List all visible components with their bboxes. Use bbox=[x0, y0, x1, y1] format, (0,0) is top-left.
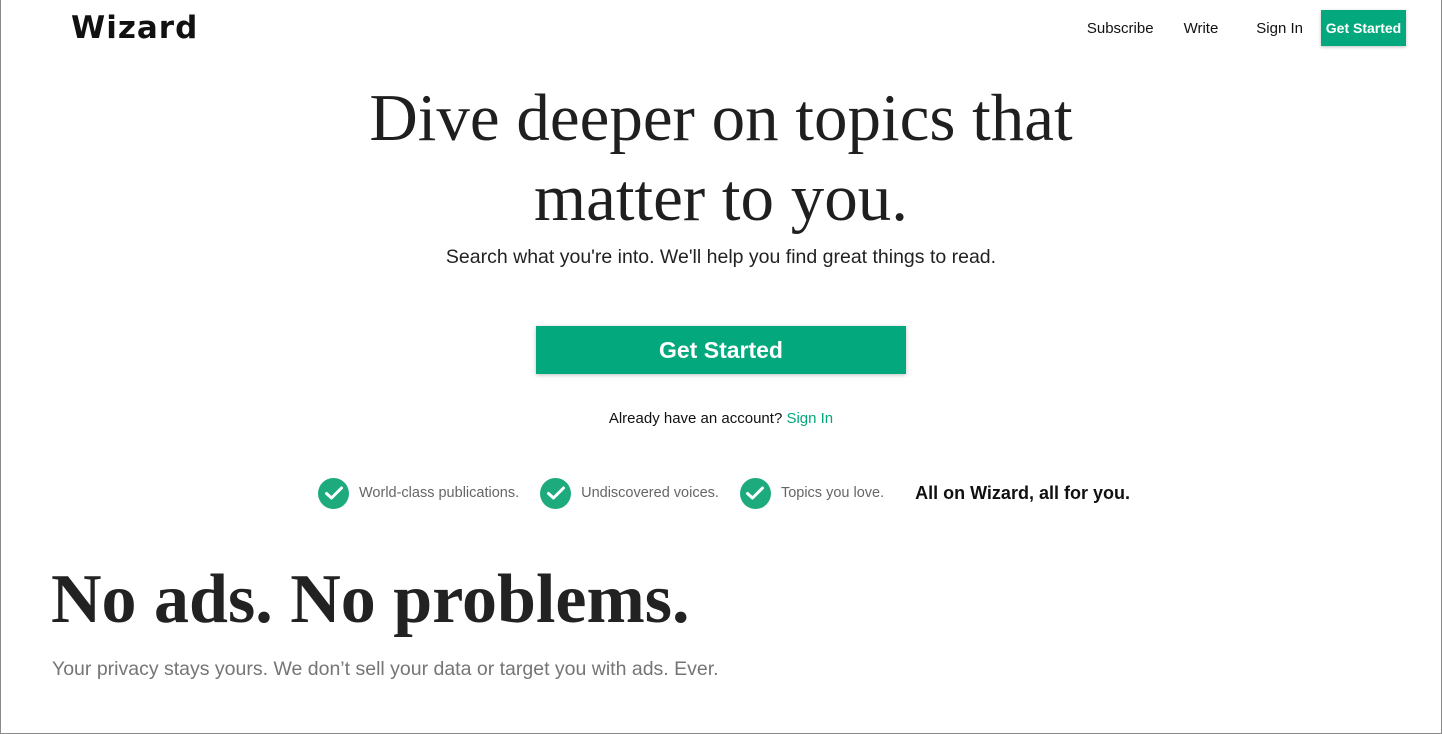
header-get-started-button[interactable]: Get Started bbox=[1321, 10, 1406, 46]
write-link[interactable]: Write bbox=[1184, 20, 1219, 37]
check-icon bbox=[540, 477, 572, 509]
feature-tagline: All on Wizard, all for you. bbox=[915, 482, 1130, 503]
subscribe-link[interactable]: Subscribe bbox=[1087, 20, 1154, 37]
page: Wizard Subscribe Write Sign In Get Start… bbox=[0, 0, 1442, 734]
hero-title-line-1: Dive deeper on topics that bbox=[369, 81, 1073, 155]
feature-list: World-class publications. Undiscovered v… bbox=[318, 477, 1130, 509]
sign-in-link-inline[interactable]: Sign In bbox=[786, 410, 833, 427]
feature-item: Topics you love. bbox=[739, 477, 885, 509]
hero-title-line-2: matter to you. bbox=[534, 161, 908, 235]
feature-item: Undiscovered voices. bbox=[540, 477, 719, 509]
logo[interactable]: Wizard bbox=[71, 10, 198, 46]
hero-subtitle: Search what you're into. We'll help you … bbox=[445, 246, 997, 268]
check-icon bbox=[739, 477, 771, 509]
get-started-button[interactable]: Get Started bbox=[536, 326, 906, 374]
account-prompt-line: Already have an account? Sign In bbox=[1, 410, 1441, 427]
hero-title: Dive deeper on topics that matter to you… bbox=[1, 78, 1441, 238]
feature-item: World-class publications. bbox=[318, 477, 520, 509]
privacy-subtitle: Your privacy stays yours. We don’t sell … bbox=[52, 658, 719, 680]
sign-in-link[interactable]: Sign In bbox=[1256, 20, 1303, 37]
check-icon bbox=[318, 477, 349, 509]
feature-label: Topics you love. bbox=[780, 485, 885, 501]
feature-label: Undiscovered voices. bbox=[581, 485, 719, 501]
privacy-title: No ads. No problems. bbox=[51, 561, 690, 638]
feature-label: World-class publications. bbox=[359, 485, 520, 501]
top-nav: Subscribe Write Sign In Get Started bbox=[1087, 10, 1406, 46]
account-prompt: Already have an account? bbox=[608, 410, 783, 427]
